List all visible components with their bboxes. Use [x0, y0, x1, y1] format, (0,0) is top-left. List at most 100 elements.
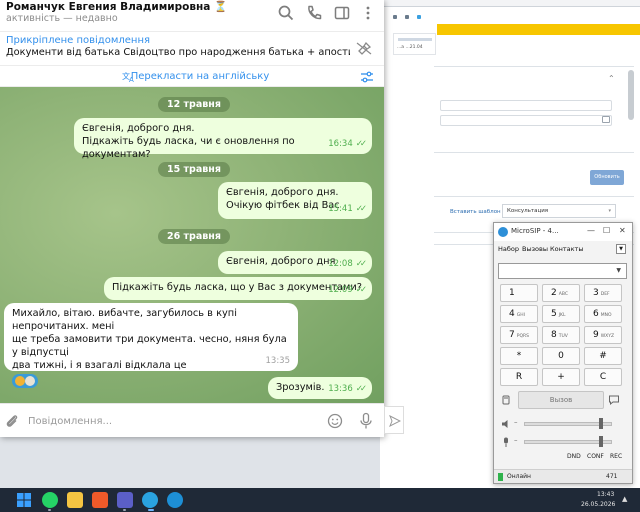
message-meta: 15:41 ✓✓ [328, 204, 367, 214]
chevron-up-icon[interactable]: ⌃ [608, 74, 615, 83]
message-bubble-outgoing[interactable]: Зрозумів. 13:36 ✓✓ [268, 377, 372, 399]
message-bubble-incoming[interactable]: Михайло, вітаю. вибачте, загубилось в ку… [4, 303, 298, 388]
insert-template-link[interactable]: Вставить шаблон [450, 209, 501, 215]
phone-icon[interactable] [305, 4, 323, 22]
mic-icon[interactable] [359, 412, 373, 430]
call-button[interactable]: Вызов [518, 391, 604, 409]
dialpad-key-digit: 7 [509, 330, 515, 340]
message-meta: 13:35 [265, 356, 291, 366]
chevron-down-icon: ▼ [616, 267, 621, 274]
windows-start-icon[interactable] [16, 492, 32, 508]
message-text: ще треба замовити три документа. чесно, … [12, 334, 287, 358]
dialpad-key-letters: ABC [558, 292, 568, 297]
message-bubble-outgoing[interactable]: Євгенія, доброго дня. Підкажіть будь лас… [74, 118, 372, 160]
double-check-icon: ✓✓ [355, 259, 367, 269]
pin-off-icon[interactable] [355, 41, 373, 55]
telegram-icon[interactable] [142, 492, 158, 508]
double-check-icon: ✓✓ [355, 204, 367, 214]
edge-icon[interactable] [167, 492, 183, 508]
dialpad-key[interactable]: 5 JKL [542, 305, 580, 323]
dialpad-key[interactable]: 9 WXYZ [584, 326, 622, 344]
dialpad-key[interactable]: 3 DEF [584, 284, 622, 302]
message-input[interactable] [28, 412, 318, 430]
microsip-window: MicroSIP - 4... — ☐ ✕ Набор Вызовы Конта… [493, 222, 633, 484]
speaker-volume-thumb[interactable] [598, 418, 603, 429]
clock-date[interactable]: 26.05.2026 [581, 501, 615, 508]
microsip-titlebar[interactable]: MicroSIP - 4... — ☐ ✕ [494, 223, 632, 241]
dialpad-key[interactable]: 2 ABC [542, 284, 580, 302]
message-icon[interactable] [608, 394, 620, 406]
teams-icon[interactable] [117, 492, 133, 508]
crm-field[interactable] [440, 100, 612, 111]
close-icon[interactable]: ✕ [619, 226, 626, 235]
chevron-down-icon: ▾ [608, 208, 611, 214]
crm-scrollbar[interactable] [628, 70, 634, 120]
dialpad-key-letters: JKL [558, 313, 566, 318]
minus-icon: – [514, 436, 518, 444]
minus-icon: – [514, 418, 518, 426]
dnd-button[interactable]: DND [567, 453, 581, 460]
dialpad-key[interactable]: R [500, 368, 538, 386]
attach-icon[interactable] [4, 413, 20, 429]
dialpad-key[interactable]: * [500, 347, 538, 365]
update-button[interactable]: Обновить [590, 170, 624, 185]
dialpad-key[interactable]: + [542, 368, 580, 386]
dialpad-key[interactable]: C [584, 368, 622, 386]
search-icon[interactable] [277, 4, 295, 22]
mic-volume-thumb[interactable] [598, 436, 603, 447]
emoji-icon[interactable] [327, 413, 343, 429]
file-explorer-icon[interactable] [67, 492, 83, 508]
translate-label[interactable]: Перекласти на англійську [0, 71, 384, 82]
dialpad-key[interactable]: 7 PQRS [500, 326, 538, 344]
menu-dropdown-icon[interactable]: ▼ [616, 244, 626, 254]
dialpad-key[interactable]: 0 [542, 347, 580, 365]
running-indicator [123, 509, 126, 511]
more-vertical-icon[interactable] [359, 4, 377, 22]
dialpad-key-digit: 9 [593, 330, 599, 340]
brave-icon[interactable] [92, 492, 108, 508]
double-check-icon: ✓✓ [355, 139, 367, 149]
dialpad-key-digit: 1 [509, 288, 515, 298]
notification-chevron-icon[interactable]: ▲ [622, 495, 627, 503]
sidebar-toggle-icon[interactable] [333, 4, 351, 22]
crm-file-date: ...а ...21.04 [397, 45, 423, 50]
message-bubble-outgoing[interactable]: Євгенія, доброго дня. Очікую фітбек від … [218, 182, 372, 219]
translate-bar[interactable]: 文A Перекласти на англійську [0, 65, 384, 87]
send-button[interactable] [384, 406, 404, 434]
account-status[interactable]: Онлайн [507, 473, 531, 480]
dialpad-key[interactable]: 4 GHI [500, 305, 538, 323]
message-text: Михайло, вітаю. вибачте, загубилось в ку… [12, 308, 237, 332]
chat-header[interactable]: Романчук Евгения Владимировна ⏳ активніс… [0, 0, 384, 30]
maximize-icon[interactable]: ☐ [603, 226, 610, 235]
message-reactions[interactable] [12, 374, 38, 388]
clock-time[interactable]: 13:43 [597, 491, 614, 498]
message-meta: 12:09 ✓✓ [328, 285, 367, 295]
chat-messages-area[interactable]: 12 травня Євгенія, доброго дня. Підкажіт… [0, 87, 384, 403]
crm-file-thumbnail[interactable]: ...а ...21.04 [393, 33, 436, 55]
dialpad-key[interactable]: 6 MNO [584, 305, 622, 323]
active-indicator [148, 509, 154, 511]
message-bubble-outgoing[interactable]: Підкажіть будь ласка, що у Вас з докумен… [104, 277, 372, 300]
date-separator: 15 травня [158, 162, 230, 177]
voicemail-icon[interactable] [500, 394, 512, 406]
consultation-select[interactable]: Консультация ▾ [502, 204, 616, 218]
minimize-icon[interactable]: — [587, 226, 595, 235]
dialpad-key[interactable]: 1 [500, 284, 538, 302]
pinned-message[interactable]: Прикріплене повідомлення Документи від б… [0, 31, 384, 65]
dial-number-combo[interactable]: ▼ [498, 263, 627, 279]
tab-contacts[interactable]: Контакты [550, 245, 583, 253]
send-icon [389, 415, 401, 427]
crm-field[interactable] [440, 115, 612, 126]
chat-title[interactable]: Романчук Евгения Владимировна ⏳ [6, 0, 227, 13]
dialpad-key[interactable]: # [584, 347, 622, 365]
message-text: два тижні, і я взагалі відклала це [12, 360, 187, 371]
message-bubble-outgoing[interactable]: Євгенія, доброго дня 12:08 ✓✓ [218, 251, 372, 274]
conf-button[interactable]: CONF [587, 453, 604, 460]
translate-settings-icon[interactable] [360, 70, 374, 84]
tab-calls[interactable]: Вызовы [522, 245, 548, 253]
tab-dial[interactable]: Набор [498, 245, 519, 253]
apps-grid-icon[interactable] [387, 7, 433, 29]
whatsapp-icon[interactable] [42, 492, 58, 508]
dialpad-key[interactable]: 8 TUV [542, 326, 580, 344]
rec-button[interactable]: REC [610, 453, 622, 460]
